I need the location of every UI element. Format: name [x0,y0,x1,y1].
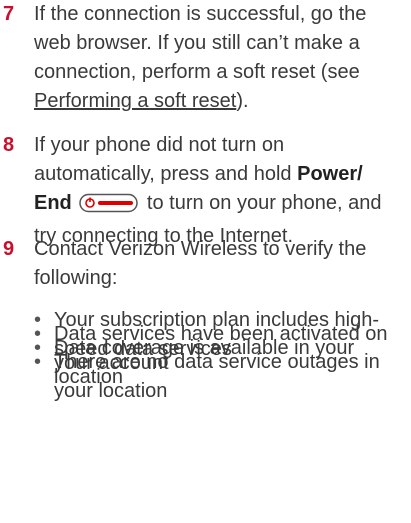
document-page: 7 If the connection is successful, go th… [0,0,411,523]
step-8-text: If your phone did not turn on automatica… [34,134,298,185]
step-7-text: If the connection is successful, go the … [34,3,367,83]
bullet-dot: • [34,351,42,373]
step-text: If your phone did not turn on automatica… [34,131,405,251]
bullet-text: There are no data service outages in you… [54,351,380,402]
step-text: If the connection is successful, go the … [34,0,405,116]
step-number: 9 [3,238,15,260]
step-7-text-end: ). [236,90,249,112]
soft-reset-link[interactable]: Performing a soft reset [34,90,236,112]
step-number: 8 [3,134,15,156]
step-text: Contact Verizon Wireless to verify the f… [34,238,367,289]
step-number: 7 [3,3,15,25]
power-end-key-icon [79,193,139,222]
